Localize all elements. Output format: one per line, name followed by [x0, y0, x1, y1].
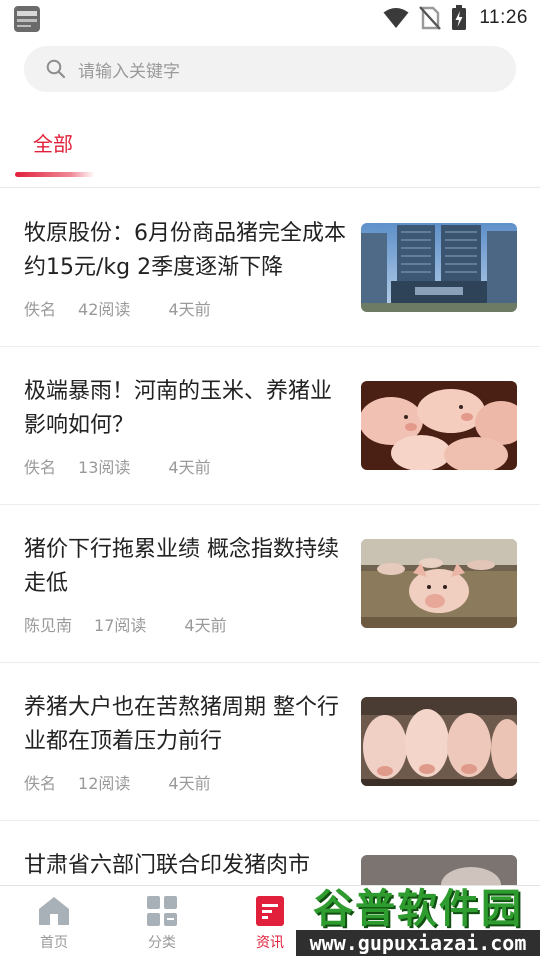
news-thumbnail [361, 381, 517, 470]
battery-charging-icon [452, 5, 467, 30]
nav-home-label: 首页 [40, 935, 68, 951]
category-tab-bar: 全部 [0, 112, 540, 188]
app-notification-icon [14, 6, 40, 32]
news-reads: 12阅读 [78, 774, 131, 793]
news-meta: 佚名 42阅读 4天前 [24, 296, 211, 320]
watermark-url: www.gupuxiazai.com [296, 930, 540, 956]
nav-category[interactable]: 分类 [108, 886, 216, 960]
status-bar: 11:26 [0, 0, 540, 36]
news-time: 4天前 [168, 458, 211, 477]
news-item[interactable]: 养猪大户也在苦熬猪周期 整个行业都在顶着压力前行 佚名 12阅读 4天前 [0, 663, 540, 821]
news-author: 陈见南 [24, 616, 73, 635]
search-input[interactable]: 请输入关键字 [24, 46, 516, 92]
news-reads: 13阅读 [78, 458, 131, 477]
news-author: 佚名 [24, 458, 57, 477]
news-title: 牧原股份：6月份商品猪完全成本约15元/kg 2季度逐渐下降 [24, 221, 346, 280]
news-thumbnail [361, 539, 517, 628]
news-title: 养猪大户也在苦熬猪周期 整个行业都在顶着压力前行 [24, 695, 339, 754]
news-reads: 17阅读 [94, 616, 147, 635]
watermark-logo: 谷普软件园 www.gupuxiazai.com [296, 876, 540, 958]
news-time: 4天前 [168, 774, 211, 793]
nav-category-label: 分类 [148, 935, 176, 951]
status-time: 11:26 [479, 7, 528, 28]
news-title: 极端暴雨！河南的玉米、养猪业影响如何？ [24, 379, 333, 438]
wifi-icon [383, 8, 409, 28]
category-icon [147, 896, 177, 926]
news-meta: 陈见南 17阅读 4天前 [24, 612, 227, 636]
tab-all[interactable]: 全部 [33, 128, 73, 157]
news-item[interactable]: 猪价下行拖累业绩 概念指数持续走低 陈见南 17阅读 4天前 [0, 505, 540, 663]
search-placeholder: 请输入关键字 [78, 61, 180, 82]
news-reads: 42阅读 [78, 300, 131, 319]
news-thumbnail [361, 223, 517, 312]
no-sim-icon [419, 6, 442, 30]
tab-indicator [15, 172, 95, 177]
news-author: 佚名 [24, 300, 57, 319]
nav-home[interactable]: 首页 [0, 886, 108, 960]
home-icon [39, 897, 69, 925]
news-thumbnail [361, 697, 517, 786]
news-author: 佚名 [24, 774, 57, 793]
news-time: 4天前 [168, 300, 211, 319]
search-icon [46, 59, 66, 79]
news-item[interactable]: 极端暴雨！河南的玉米、养猪业影响如何？ 佚名 13阅读 4天前 [0, 347, 540, 505]
news-list: 牧原股份：6月份商品猪完全成本约15元/kg 2季度逐渐下降 佚名 42阅读 4… [0, 189, 540, 960]
news-meta: 佚名 12阅读 4天前 [24, 770, 211, 794]
news-time: 4天前 [184, 616, 227, 635]
status-icons: 11:26 [383, 4, 528, 32]
news-meta: 佚名 13阅读 4天前 [24, 454, 211, 478]
news-title: 猪价下行拖累业绩 概念指数持续走低 [24, 537, 339, 596]
watermark-title: 谷普软件园 [313, 886, 523, 932]
news-item[interactable]: 牧原股份：6月份商品猪完全成本约15元/kg 2季度逐渐下降 佚名 42阅读 4… [0, 189, 540, 347]
news-icon [256, 896, 284, 926]
